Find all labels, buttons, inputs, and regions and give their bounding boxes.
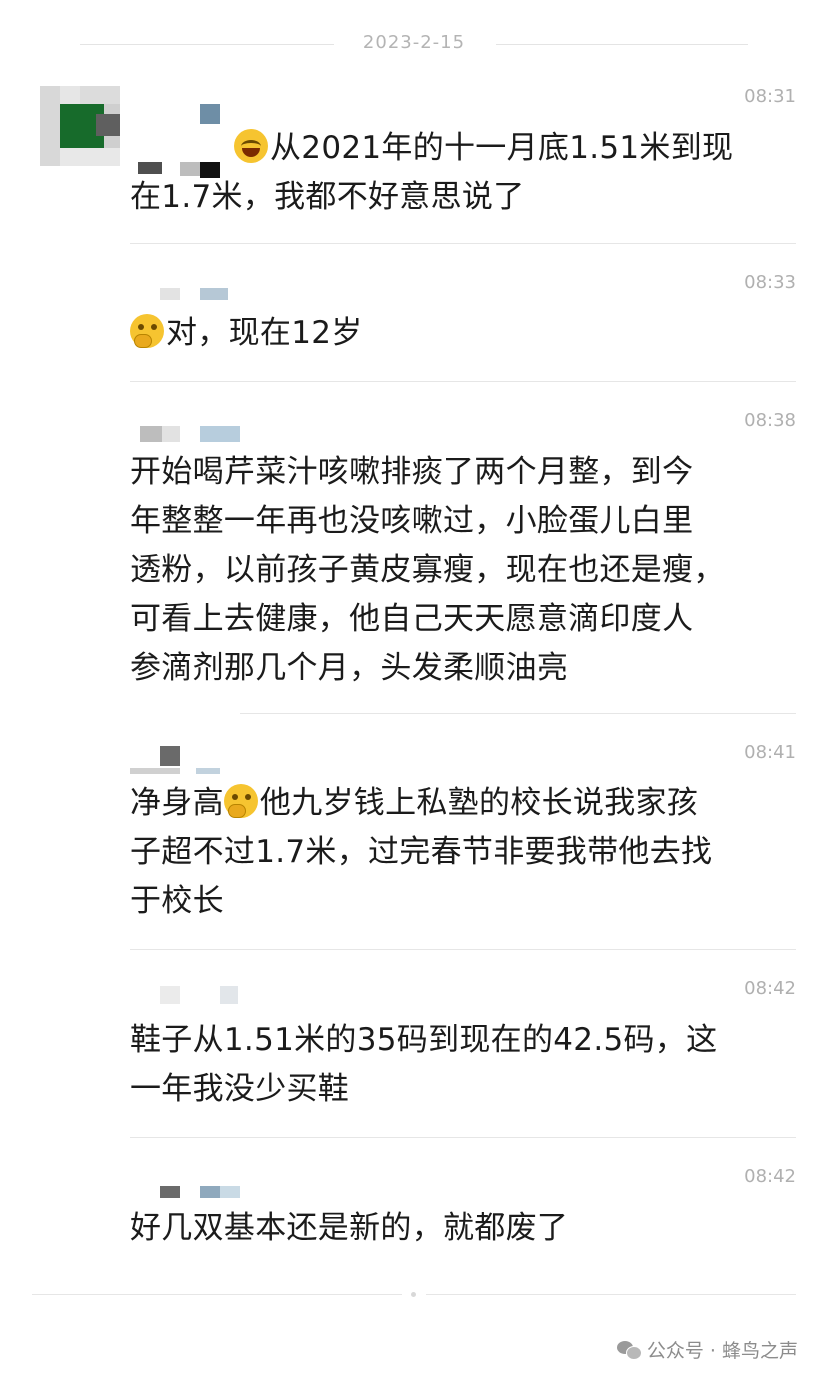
message-text: 好几双基本还是新的，就都废了	[130, 1210, 569, 1246]
message-time: 08:33	[744, 272, 796, 293]
divider	[496, 44, 748, 45]
divider	[130, 243, 796, 244]
sender-name-redacted	[130, 288, 330, 310]
divider	[130, 949, 796, 950]
chat-message: 08:41 净身高 他九岁钱上私塾的校长说我家孩 子超不过1.7米，过完春节非要我…	[130, 742, 796, 950]
message-time: 08:42	[744, 1166, 796, 1187]
watermark-text: 公众号 · 蜂鸟之声	[646, 1340, 798, 1362]
thinking-face-icon	[130, 314, 164, 348]
message-text: 对，现在12岁	[130, 309, 796, 358]
date-separator: 2023-2-15	[0, 30, 828, 58]
face-with-tears-of-joy-icon	[234, 129, 268, 163]
chat-message: 08:42 好几双基本还是新的，就都废了	[130, 1166, 796, 1276]
message-text: 从2021年的十一月底1.51米到现	[130, 124, 796, 173]
avatar[interactable]	[40, 86, 120, 166]
divider	[426, 1294, 796, 1295]
divider	[130, 1137, 796, 1138]
chat-message: 08:31 从2021年的十一月底1.51米到现 在1.7米，我都不好意思说了	[130, 86, 796, 244]
divider	[240, 713, 796, 714]
message-time: 08:41	[744, 742, 796, 763]
sender-name-redacted	[130, 104, 330, 178]
sender-name-redacted	[130, 426, 330, 448]
chat-message: 08:42 鞋子从1.51米的35码到现在的42.5码，这 一年我没少买鞋	[130, 978, 796, 1138]
message-text: 净身高 他九岁钱上私塾的校长说我家孩 子超不过1.7米，过完春节非要我带他去找 于…	[130, 784, 713, 919]
message-time: 08:42	[744, 978, 796, 999]
date-text: 2023-2-15	[362, 32, 466, 53]
chat-message: 08:38 开始喝芹菜汁咳嗽排痰了两个月整，到今 年整整一年再也没咳嗽过，小脸蛋…	[130, 410, 796, 714]
message-time: 08:38	[744, 410, 796, 431]
divider-dot	[411, 1292, 416, 1297]
thinking-face-icon	[223, 784, 258, 818]
message-text: 鞋子从1.51米的35码到现在的42.5码，这 一年我没少买鞋	[130, 1022, 718, 1107]
divider	[32, 1294, 402, 1295]
message-text: 开始喝芹菜汁咳嗽排痰了两个月整，到今 年整整一年再也没咳嗽过，小脸蛋儿白里 透粉…	[130, 454, 725, 686]
chat-message: 08:33 对，现在12岁	[130, 272, 796, 382]
message-text: 在1.7米，我都不好意思说了	[130, 179, 525, 215]
wechat-icon	[616, 1340, 642, 1360]
message-time: 08:31	[744, 86, 796, 107]
sender-name-redacted	[130, 986, 330, 1008]
sender-name-redacted	[130, 746, 330, 774]
watermark: 公众号 · 蜂鸟之声	[616, 1336, 798, 1363]
divider	[130, 381, 796, 382]
